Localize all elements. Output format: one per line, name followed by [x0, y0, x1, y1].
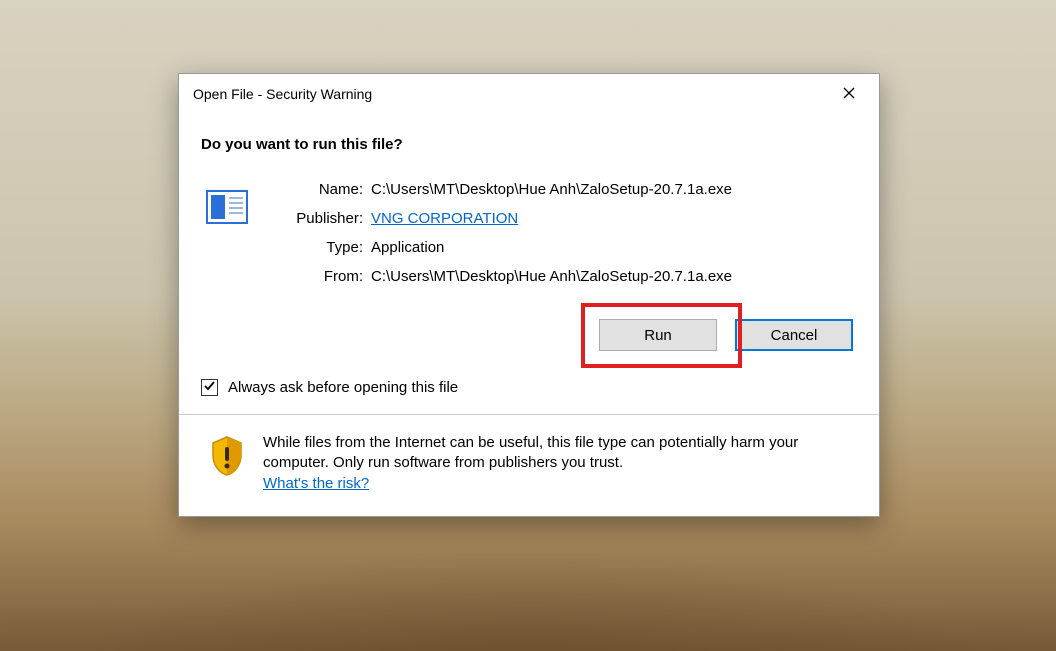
name-value: C:\Users\MT\Desktop\Hue Anh\ZaloSetup-20…	[371, 181, 732, 198]
from-label: From:	[267, 268, 363, 285]
name-label: Name:	[267, 181, 363, 198]
button-row: Run Cancel	[201, 319, 853, 351]
security-warning-dialog: Open File - Security Warning Do you want…	[178, 73, 880, 517]
risk-link[interactable]: What's the risk?	[263, 475, 369, 492]
close-button[interactable]	[826, 80, 871, 108]
from-value: C:\Users\MT\Desktop\Hue Anh\ZaloSetup-20…	[371, 268, 732, 285]
footer-text-block: While files from the Internet can be use…	[263, 433, 857, 494]
always-ask-label: Always ask before opening this file	[228, 379, 458, 396]
main-heading: Do you want to run this file?	[201, 136, 857, 153]
file-info-table: Name: C:\Users\MT\Desktop\Hue Anh\ZaloSe…	[267, 181, 732, 285]
close-icon	[843, 86, 855, 103]
window-title: Open File - Security Warning	[193, 86, 372, 102]
footer-warning-text: While files from the Internet can be use…	[263, 434, 798, 471]
checkmark-icon	[203, 379, 216, 396]
file-info-row: Name: C:\Users\MT\Desktop\Hue Anh\ZaloSe…	[201, 181, 857, 285]
publisher-label: Publisher:	[267, 210, 363, 227]
cancel-button[interactable]: Cancel	[735, 319, 853, 351]
always-ask-checkbox[interactable]	[201, 379, 218, 396]
run-button[interactable]: Run	[599, 319, 717, 351]
always-ask-row: Always ask before opening this file	[201, 379, 857, 396]
application-icon	[205, 185, 249, 229]
publisher-link[interactable]: VNG CORPORATION	[371, 210, 518, 227]
type-value: Application	[371, 239, 732, 256]
footer: While files from the Internet can be use…	[179, 415, 879, 516]
type-label: Type:	[267, 239, 363, 256]
titlebar: Open File - Security Warning	[179, 74, 879, 114]
shield-warning-icon	[209, 435, 245, 477]
dialog-content: Do you want to run this file? Name: C:\U…	[179, 114, 879, 396]
